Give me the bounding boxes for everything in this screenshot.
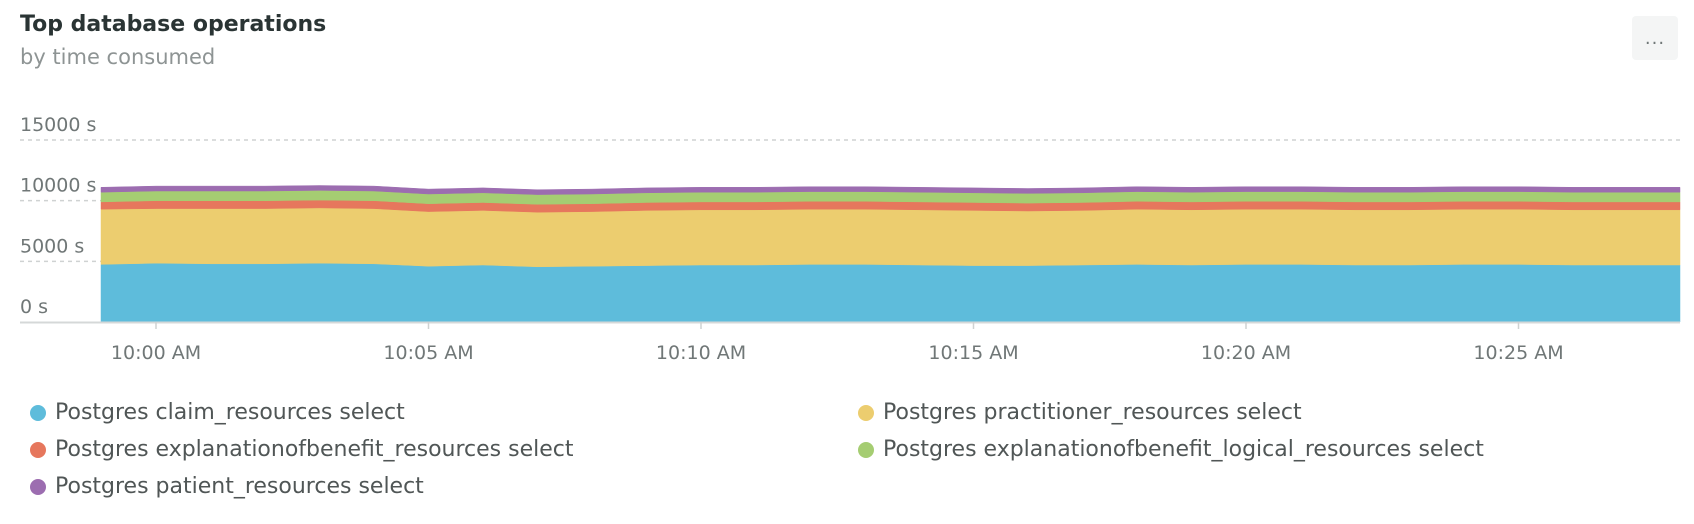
legend-swatch bbox=[30, 441, 46, 458]
legend-label: Postgres patient_resources select bbox=[55, 474, 424, 499]
legend-item-0[interactable]: Postgres claim_resources select bbox=[30, 400, 405, 425]
legend-label: Postgres explanationofbenefit_resources … bbox=[55, 437, 574, 462]
stacked-area-chart: 0 s 5000 s 10000 s 15000 s 10:00 AM 10:05 AM 1… bbox=[20, 114, 1681, 364]
x-tick-label: 10:20 AM bbox=[1201, 342, 1291, 364]
legend-swatch bbox=[858, 441, 874, 458]
y-tick-label: 15000 s bbox=[20, 114, 96, 136]
x-tick-label: 10:25 AM bbox=[1473, 342, 1563, 364]
legend-label: Postgres practitioner_resources select bbox=[883, 400, 1302, 425]
legend-swatch bbox=[30, 404, 46, 421]
legend-label: Postgres explanationofbenefit_logical_re… bbox=[883, 437, 1484, 462]
x-tick-label: 10:05 AM bbox=[383, 342, 473, 364]
legend-item-2[interactable]: Postgres explanationofbenefit_resources … bbox=[30, 437, 573, 462]
x-tick-label: 10:10 AM bbox=[656, 342, 746, 364]
area-series-1[interactable] bbox=[100, 207, 1681, 268]
y-tick-label: 5000 s bbox=[20, 235, 84, 257]
legend-item-3[interactable]: Postgres explanationofbenefit_logical_re… bbox=[858, 437, 1484, 462]
legend-swatch bbox=[858, 404, 874, 421]
legend-label: Postgres claim_resources select bbox=[55, 400, 405, 425]
legend-item-1[interactable]: Postgres practitioner_resources select bbox=[858, 400, 1302, 425]
y-tick-label: 10000 s bbox=[20, 175, 96, 197]
x-tick-label: 10:00 AM bbox=[111, 342, 201, 364]
legend-item-4[interactable]: Postgres patient_resources select bbox=[30, 474, 424, 499]
x-tick-label: 10:15 AM bbox=[928, 342, 1018, 364]
area-series-0[interactable] bbox=[100, 262, 1681, 323]
area-layer bbox=[100, 185, 1681, 323]
y-tick-label: 0 s bbox=[20, 296, 48, 318]
legend-swatch bbox=[30, 478, 46, 495]
